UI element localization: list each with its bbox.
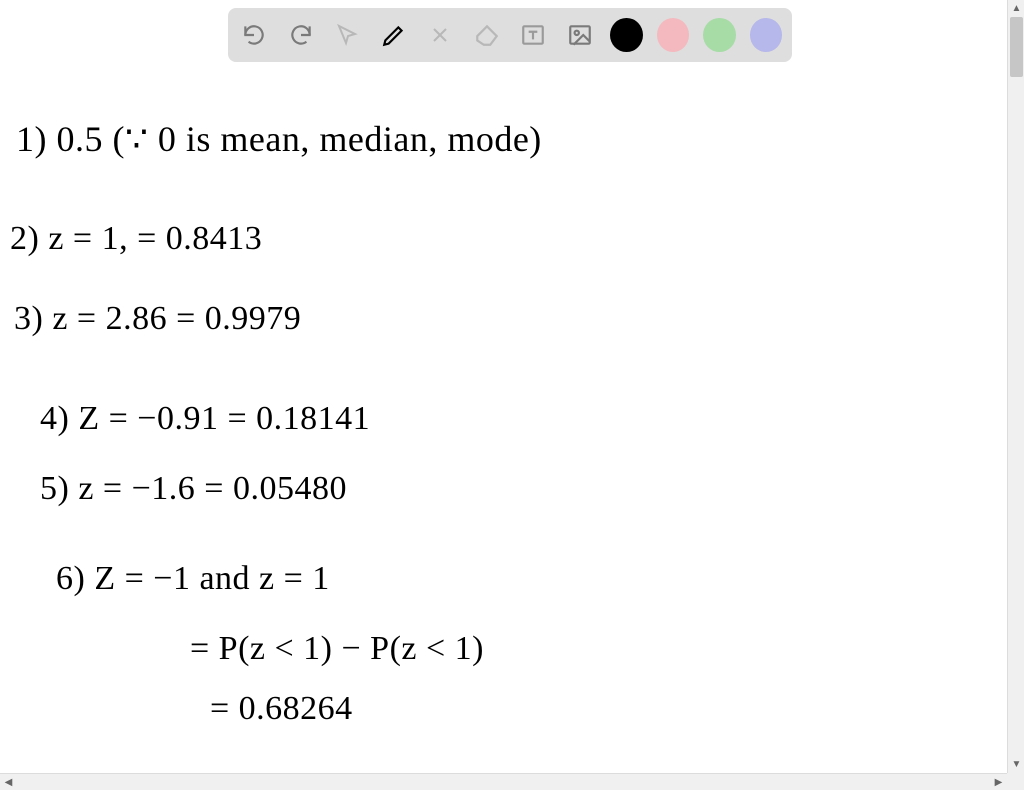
eraser-button[interactable] (471, 18, 504, 52)
color-swatch-green[interactable] (703, 18, 736, 52)
cursor-icon (335, 23, 359, 47)
redo-icon (288, 22, 314, 48)
image-icon (567, 22, 593, 48)
scroll-right-button[interactable]: ▶ (990, 774, 1007, 791)
text-icon (520, 22, 546, 48)
text-button[interactable] (517, 18, 550, 52)
scroll-up-button[interactable]: ▲ (1008, 0, 1024, 17)
pen-icon (381, 22, 407, 48)
redo-button[interactable] (285, 18, 318, 52)
handwriting-line: = P(z < 1) − P(z < 1) (190, 630, 484, 668)
scroll-left-button[interactable]: ◀ (0, 774, 17, 791)
handwriting-line: = 0.68264 (210, 690, 353, 728)
eraser-icon (474, 22, 500, 48)
tools-icon (428, 23, 452, 47)
select-button[interactable] (331, 18, 364, 52)
image-button[interactable] (564, 18, 597, 52)
color-swatch-black[interactable] (610, 18, 643, 52)
horizontal-scrollbar[interactable]: ◀ ▶ (0, 773, 1007, 790)
scroll-down-button[interactable]: ▼ (1008, 756, 1024, 773)
tools-button[interactable] (424, 18, 457, 52)
scroll-thumb[interactable] (1010, 17, 1023, 77)
scroll-corner (1007, 773, 1024, 790)
color-swatch-pink[interactable] (657, 18, 690, 52)
drawing-canvas[interactable]: 1) 0.5 (∵ 0 is mean, median, mode) 2) z … (10, 90, 999, 765)
vertical-scrollbar[interactable]: ▲ ▼ (1007, 0, 1024, 773)
handwriting-line: 1) 0.5 (∵ 0 is mean, median, mode) (16, 118, 542, 160)
handwriting-line: 5) z = −1.6 = 0.05480 (40, 470, 347, 508)
handwriting-line: 6) Z = −1 and z = 1 (56, 560, 330, 598)
color-swatch-lavender[interactable] (750, 18, 783, 52)
handwriting-line: 3) z = 2.86 = 0.9979 (14, 300, 301, 338)
handwriting-line: 4) Z = −0.91 = 0.18141 (40, 400, 370, 438)
drawing-toolbar (228, 8, 792, 62)
pen-button[interactable] (378, 18, 411, 52)
undo-icon (241, 22, 267, 48)
handwriting-line: 2) z = 1, = 0.8413 (10, 220, 262, 258)
undo-button[interactable] (238, 18, 271, 52)
